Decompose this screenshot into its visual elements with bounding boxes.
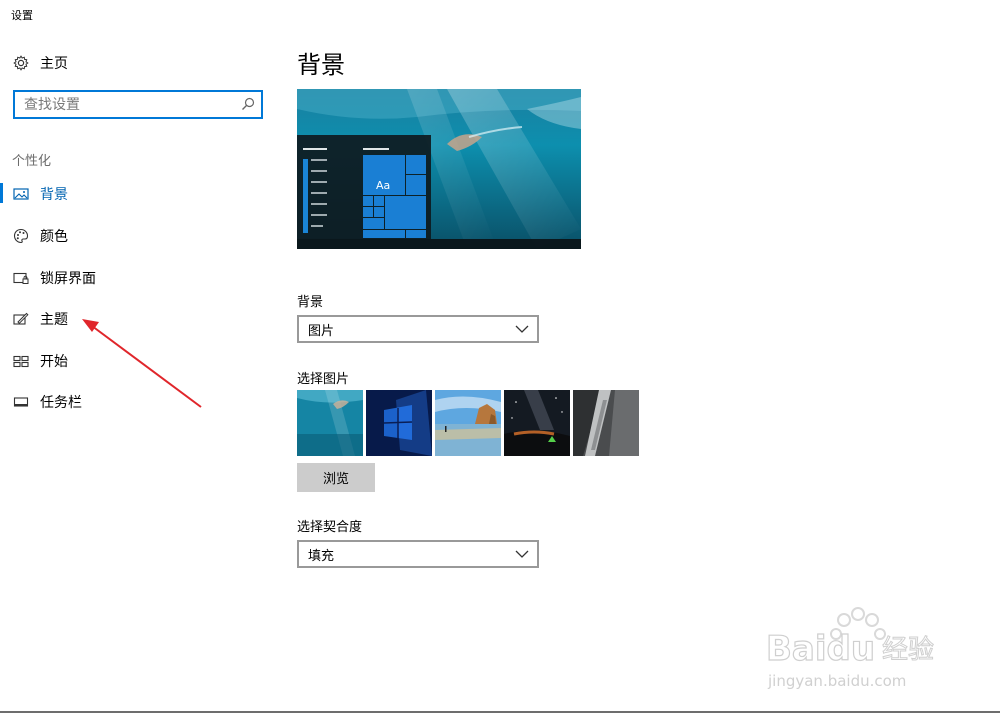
page-title: 背景 <box>297 51 345 79</box>
sidebar-item-label: 主题 <box>40 312 68 328</box>
browse-button[interactable]: 浏览 <box>297 463 375 492</box>
sidebar-item-colors[interactable]: 颜色 <box>12 223 68 249</box>
sidebar-item-taskbar[interactable]: 任务栏 <box>12 389 82 415</box>
sidebar-item-themes[interactable]: 主题 <box>12 306 68 332</box>
chevron-down-icon <box>515 550 529 558</box>
sidebar-item-label: 任务栏 <box>40 395 82 411</box>
taskbar-icon <box>12 393 30 411</box>
thumbnail-beach[interactable] <box>435 390 501 456</box>
sidebar-item-label: 颜色 <box>40 229 68 245</box>
sidebar-item-start[interactable]: 开始 <box>12 348 68 374</box>
search-icon[interactable] <box>241 97 255 111</box>
desktop-preview: Aa <box>297 89 581 249</box>
lock-screen-icon <box>12 269 30 287</box>
watermark-cn: 经验 <box>882 635 934 665</box>
start-tiles-icon <box>12 352 30 370</box>
active-indicator <box>0 183 3 203</box>
theme-brush-icon <box>12 310 30 328</box>
dropdown-value: 填充 <box>308 548 335 564</box>
thumbnail-windows-hero[interactable] <box>366 390 432 456</box>
background-type-label: 背景 <box>297 295 324 310</box>
watermark-url: jingyan.baidu.com <box>767 672 906 690</box>
dropdown-value: 图片 <box>308 323 335 339</box>
sidebar-item-label: 锁屏界面 <box>40 271 96 287</box>
search-box[interactable] <box>13 90 263 119</box>
sidebar-home-label: 主页 <box>40 56 68 72</box>
sidebar-item-background[interactable]: 背景 <box>12 181 68 207</box>
window-title: 设置 <box>11 9 33 22</box>
thumbnail-night-sky[interactable] <box>504 390 570 456</box>
choose-picture-label: 选择图片 <box>297 372 350 387</box>
sidebar-item-label: 背景 <box>40 187 68 203</box>
sidebar-item-lock-screen[interactable]: 锁屏界面 <box>12 265 96 291</box>
chevron-down-icon <box>515 325 529 333</box>
picture-icon <box>12 185 30 203</box>
preview-tile-text: Aa <box>376 179 390 192</box>
background-type-dropdown[interactable]: 图片 <box>297 315 539 343</box>
fit-dropdown[interactable]: 填充 <box>297 540 539 568</box>
palette-icon <box>12 227 30 245</box>
gear-icon <box>12 54 30 72</box>
section-personalization: 个性化 <box>12 154 52 169</box>
sidebar-item-label: 开始 <box>40 354 68 370</box>
search-input[interactable] <box>15 92 239 117</box>
sidebar-home[interactable]: 主页 <box>12 50 68 76</box>
watermark-brand: Baidu <box>766 629 875 669</box>
thumbnail-underwater[interactable] <box>297 390 363 456</box>
baidu-watermark: Baidu 经验 jingyan.baidu.com <box>765 600 946 695</box>
fit-label: 选择契合度 <box>297 520 363 535</box>
thumbnail-rock-cliff[interactable] <box>573 390 639 456</box>
